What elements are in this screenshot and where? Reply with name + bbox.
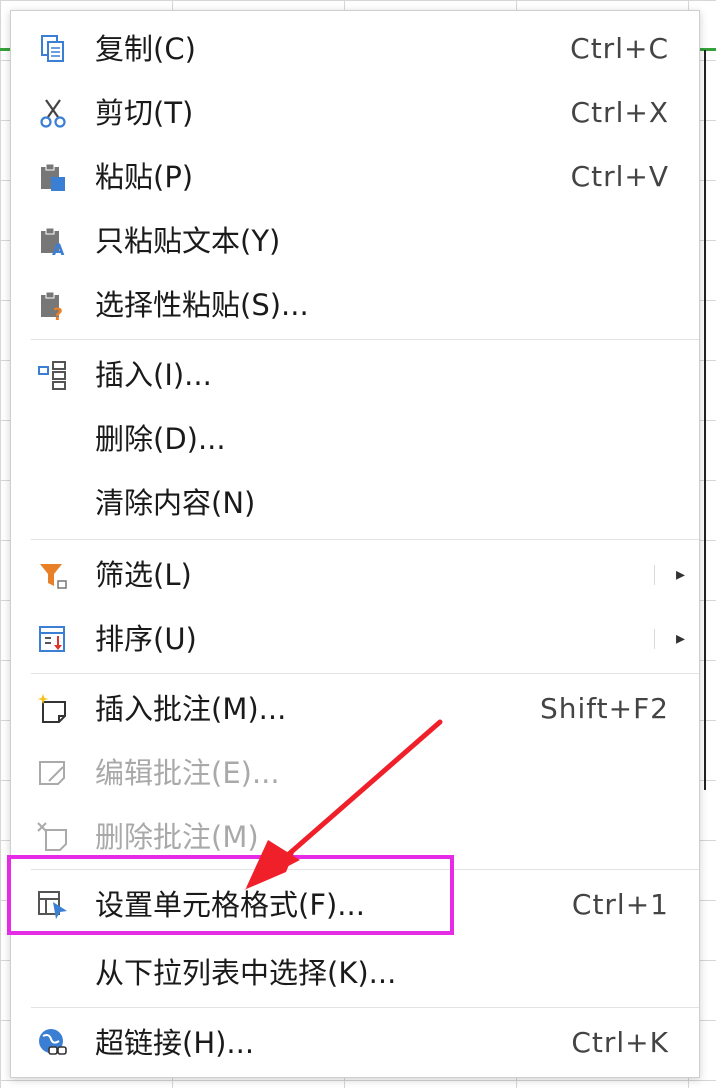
edit-comment-icon: [39, 761, 65, 785]
menu-item-sort[interactable]: 排序(U) ▸: [11, 607, 699, 671]
menu-item-label: 排序(U): [95, 622, 197, 656]
menu-item-delete[interactable]: 删除(D)...: [11, 407, 699, 471]
menu-item-label: 编辑批注(E)...: [95, 756, 280, 790]
insert-icon: [38, 361, 66, 390]
sort-icon: [39, 626, 65, 652]
menu-item-label: 只粘贴文本(Y): [95, 224, 281, 258]
menu-item-copy[interactable]: 复制(C) Ctrl+C: [11, 17, 699, 81]
menu-item-label: 剪切(T): [95, 96, 194, 130]
menu-item-cut[interactable]: 剪切(T) Ctrl+X: [11, 81, 699, 145]
menu-item-paste[interactable]: 粘贴(P) Ctrl+V: [11, 145, 699, 209]
menu-item-label: 超链接(H)...: [95, 1026, 255, 1060]
menu-separator: [31, 539, 699, 540]
menu-item-label: 筛选(L): [95, 558, 192, 592]
menu-item-shortcut: Ctrl+V: [570, 160, 669, 193]
scissors-icon: [40, 99, 66, 128]
menu-item-label: 选择性粘贴(S)...: [95, 288, 309, 322]
svg-text:?: ?: [53, 305, 63, 321]
cell-border: [704, 50, 706, 790]
paste-special-icon: ?: [41, 291, 63, 321]
copy-icon: [41, 35, 64, 62]
menu-item-label: 删除(D)...: [95, 422, 226, 456]
menu-item-shortcut: Ctrl+1: [571, 888, 669, 921]
submenu-divider: [654, 565, 655, 585]
insert-comment-icon: [37, 694, 66, 723]
menu-item-shortcut: Ctrl+X: [570, 96, 669, 129]
menu-item-filter[interactable]: 筛选(L) ▸: [11, 543, 699, 607]
menu-item-pick-from-list[interactable]: 从下拉列表中选择(K)...: [11, 941, 699, 1005]
menu-item-clear-contents[interactable]: 清除内容(N): [11, 471, 699, 535]
menu-item-paste-text[interactable]: A 只粘贴文本(Y): [11, 209, 699, 273]
menu-item-insert-comment[interactable]: 插入批注(M)... Shift+F2: [11, 677, 699, 741]
menu-item-label: 清除内容(N): [95, 486, 256, 520]
submenu-arrow-icon: ▸: [675, 628, 685, 649]
filter-icon: [40, 564, 67, 589]
menu-item-label: 复制(C): [95, 32, 196, 66]
paste-text-icon: A: [41, 227, 65, 257]
menu-item-shortcut: Ctrl+C: [570, 32, 669, 65]
menu-separator: [31, 1007, 699, 1008]
menu-item-label: 从下拉列表中选择(K)...: [95, 956, 397, 990]
submenu-divider: [654, 629, 655, 649]
menu-item-edit-comment: 编辑批注(E)...: [11, 741, 699, 805]
svg-text:A: A: [52, 240, 65, 257]
menu-item-paste-special[interactable]: ? 选择性粘贴(S)...: [11, 273, 699, 337]
paste-icon: [41, 163, 65, 191]
submenu-arrow-icon: ▸: [675, 564, 685, 585]
menu-item-label: 粘贴(P): [95, 160, 194, 194]
menu-separator: [31, 673, 699, 674]
menu-separator: [31, 339, 699, 340]
menu-item-shortcut: Ctrl+K: [571, 1026, 669, 1059]
hyperlink-icon: [39, 1029, 67, 1055]
menu-item-insert[interactable]: 插入(I)...: [11, 343, 699, 407]
menu-item-label: 插入批注(M)...: [95, 692, 287, 726]
menu-item-hyperlink[interactable]: 超链接(H)... Ctrl+K: [11, 1011, 699, 1075]
delete-comment-icon: [37, 822, 67, 851]
menu-item-label: 插入(I)...: [95, 358, 212, 392]
annotation-highlight-box: [7, 855, 454, 935]
menu-item-shortcut: Shift+F2: [539, 692, 669, 725]
